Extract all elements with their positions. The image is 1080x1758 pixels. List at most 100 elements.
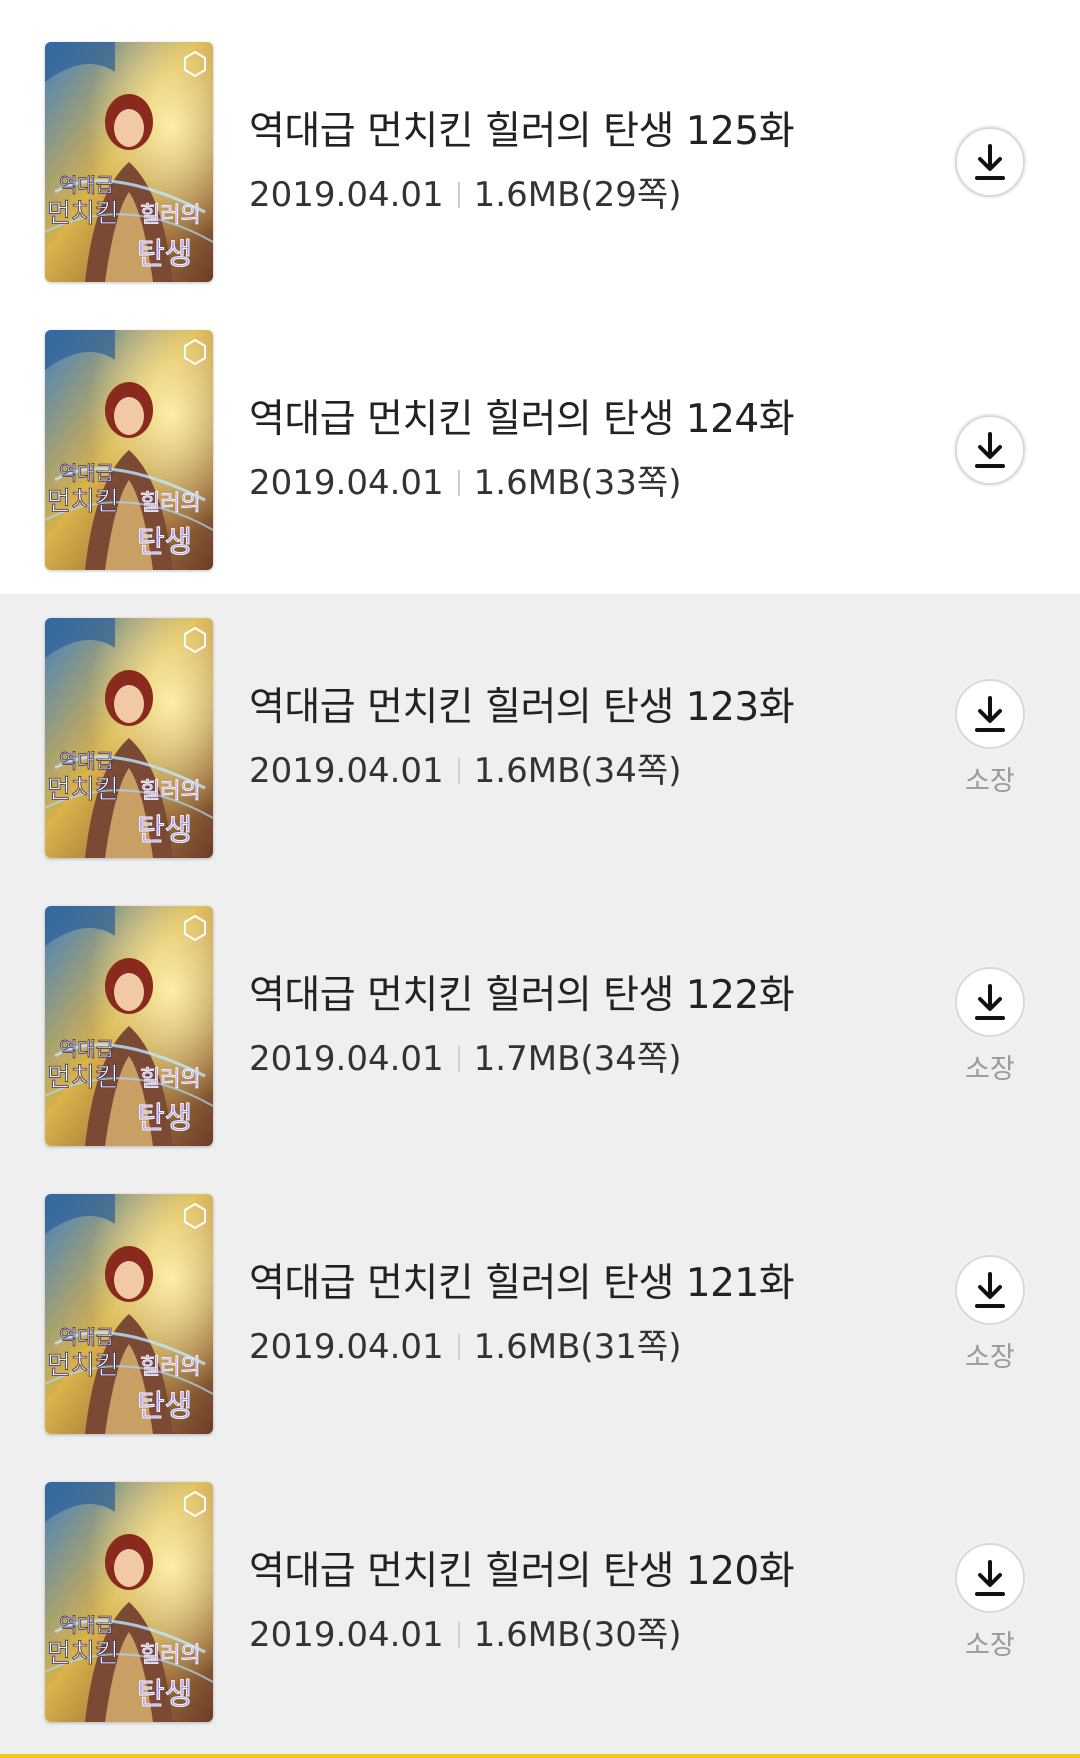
cover-art: 역대급먼치킨 힐러의탄생 bbox=[45, 1482, 213, 1722]
episode-meta: 2019.04.01 1.6MB(29쪽) bbox=[249, 175, 794, 215]
cover-art: 역대급먼치킨 힐러의탄생 bbox=[45, 42, 213, 282]
download-arrow-icon bbox=[975, 144, 1005, 180]
episode-size: 1.6MB(33쪽) bbox=[473, 463, 682, 503]
owned-label: 소장 bbox=[965, 765, 1015, 797]
svg-text:힐러의: 힐러의 bbox=[140, 779, 201, 804]
svg-text:힐러의: 힐러의 bbox=[140, 203, 201, 228]
download-arrow-icon bbox=[975, 1559, 1005, 1596]
owned-label: 소장 bbox=[965, 1053, 1015, 1085]
cover-art: 역대급먼치킨 힐러의탄생 bbox=[45, 330, 213, 570]
svg-text:탄생: 탄생 bbox=[137, 1677, 192, 1712]
divider bbox=[457, 758, 460, 784]
download-control: 소장 bbox=[954, 1254, 1026, 1374]
episode-title: 역대급 먼치킨 힐러의 탄생 121화 bbox=[249, 1261, 795, 1306]
download-arrow-icon bbox=[975, 1271, 1005, 1308]
episode-title: 역대급 먼치킨 힐러의 탄생 120화 bbox=[249, 1549, 795, 1594]
episode-size: 1.7MB(34쪽) bbox=[473, 1039, 682, 1079]
cover-art: 역대급먼치킨 힐러의탄생 bbox=[45, 1194, 213, 1434]
svg-text:탄생: 탄생 bbox=[137, 813, 192, 848]
episode-size: 1.6MB(29쪽) bbox=[473, 175, 682, 215]
svg-text:역대급: 역대급 bbox=[59, 461, 114, 485]
svg-text:힐러의: 힐러의 bbox=[140, 491, 201, 516]
episode-info: 역대급 먼치킨 힐러의 탄생 122화 2019.04.01 1.7MB(34쪽… bbox=[249, 973, 795, 1079]
download-arrow-icon bbox=[975, 432, 1005, 468]
download-control: 소장 bbox=[954, 678, 1026, 798]
episode-meta: 2019.04.01 1.7MB(34쪽) bbox=[249, 1039, 794, 1079]
divider bbox=[457, 1334, 460, 1360]
episode-title: 역대급 먼치킨 힐러의 탄생 122화 bbox=[249, 973, 795, 1018]
episode-size: 1.6MB(30쪽) bbox=[473, 1615, 682, 1655]
download-button[interactable] bbox=[955, 415, 1025, 485]
svg-text:먼치킨: 먼치킨 bbox=[47, 1063, 119, 1093]
cover-image[interactable]: 역대급 먼치킨 힐러의탄생 bbox=[45, 1194, 213, 1434]
divider bbox=[457, 1046, 460, 1072]
svg-text:역대급: 역대급 bbox=[59, 173, 114, 197]
cover-image[interactable]: 역대급 먼치킨 힐러의탄생 bbox=[45, 618, 213, 858]
cover-image[interactable]: 역대급 먼치킨 힐러의 탄생 bbox=[45, 42, 213, 282]
cover-art: 역대급먼치킨 힐러의탄생 bbox=[45, 618, 213, 858]
divider bbox=[457, 470, 460, 496]
svg-text:탄생: 탄생 bbox=[137, 1101, 192, 1136]
cover-image[interactable]: 역대급 먼치킨 힐러의탄생 bbox=[45, 330, 213, 570]
list-item[interactable]: 역대급 먼치킨 힐러의탄생 역대급 먼치킨 힐러의 탄생 122화 2019.04.… bbox=[0, 882, 1080, 1170]
download-button[interactable] bbox=[955, 966, 1025, 1037]
owned-label: 소장 bbox=[965, 1629, 1015, 1661]
episode-date: 2019.04.01 bbox=[249, 751, 444, 791]
episode-size: 1.6MB(31쪽) bbox=[473, 1327, 682, 1367]
episode-info: 역대급 먼치킨 힐러의 탄생 123화 2019.04.01 1.6MB(34쪽… bbox=[249, 685, 795, 791]
svg-text:탄생: 탄생 bbox=[137, 237, 192, 272]
episode-info: 역대급 먼치킨 힐러의 탄생 124화 2019.04.01 1.6MB(33쪽… bbox=[249, 397, 795, 503]
svg-text:먼치킨: 먼치킨 bbox=[47, 487, 119, 517]
svg-text:역대급: 역대급 bbox=[59, 1325, 114, 1349]
episode-date: 2019.04.01 bbox=[249, 463, 444, 503]
episode-meta: 2019.04.01 1.6MB(34쪽) bbox=[249, 751, 794, 791]
svg-text:먼치킨: 먼치킨 bbox=[47, 1351, 119, 1381]
svg-text:먼치킨: 먼치킨 bbox=[47, 775, 119, 805]
episode-meta: 2019.04.01 1.6MB(30쪽) bbox=[249, 1615, 794, 1655]
episode-title: 역대급 먼치킨 힐러의 탄생 124화 bbox=[249, 397, 795, 442]
download-control bbox=[954, 415, 1026, 485]
download-button[interactable] bbox=[955, 678, 1025, 749]
download-arrow-icon bbox=[975, 983, 1005, 1020]
list-item[interactable]: 역대급 먼치킨 힐러의탄생 역대급 먼치킨 힐러의 탄생 124화 2019.04.… bbox=[0, 306, 1080, 594]
episode-title: 역대급 먼치킨 힐러의 탄생 125화 bbox=[249, 109, 795, 154]
episode-info: 역대급 먼치킨 힐러의 탄생 121화 2019.04.01 1.6MB(31쪽… bbox=[249, 1261, 795, 1367]
episode-list: 역대급 먼치킨 힐러의 탄생 역대급 먼치킨 힐러의 탄생 125화 2019.04.… bbox=[0, 0, 1080, 1758]
episode-date: 2019.04.01 bbox=[249, 1327, 444, 1367]
bottom-accent-bar bbox=[0, 1754, 1080, 1758]
episode-date: 2019.04.01 bbox=[249, 175, 444, 215]
list-item[interactable]: 역대급 먼치킨 힐러의탄생 역대급 먼치킨 힐러의 탄생 123화 2019.04.… bbox=[0, 594, 1080, 882]
svg-text:역대급: 역대급 bbox=[59, 1037, 114, 1061]
download-control bbox=[954, 127, 1026, 197]
episode-title: 역대급 먼치킨 힐러의 탄생 123화 bbox=[249, 685, 795, 730]
download-control: 소장 bbox=[954, 966, 1026, 1086]
download-arrow-icon bbox=[975, 695, 1005, 732]
list-item[interactable]: 역대급 먼치킨 힐러의탄생 역대급 먼치킨 힐러의 탄생 120화 2019.04.… bbox=[0, 1458, 1080, 1746]
episode-size: 1.6MB(34쪽) bbox=[473, 751, 682, 791]
svg-text:힐러의: 힐러의 bbox=[140, 1643, 201, 1668]
divider bbox=[457, 182, 460, 208]
episode-info: 역대급 먼치킨 힐러의 탄생 125화 2019.04.01 1.6MB(29쪽… bbox=[249, 109, 795, 215]
svg-text:탄생: 탄생 bbox=[137, 525, 192, 560]
list-item[interactable]: 역대급 먼치킨 힐러의탄생 역대급 먼치킨 힐러의 탄생 121화 2019.04.… bbox=[0, 1170, 1080, 1458]
episode-meta: 2019.04.01 1.6MB(33쪽) bbox=[249, 463, 794, 503]
cover-image[interactable]: 역대급 먼치킨 힐러의탄생 bbox=[45, 906, 213, 1146]
svg-text:힐러의: 힐러의 bbox=[140, 1067, 201, 1092]
svg-text:힐러의: 힐러의 bbox=[140, 1355, 201, 1380]
owned-label: 소장 bbox=[965, 1341, 1015, 1373]
download-button[interactable] bbox=[955, 1542, 1025, 1613]
episode-meta: 2019.04.01 1.6MB(31쪽) bbox=[249, 1327, 794, 1367]
cover-art: 역대급먼치킨 힐러의탄생 bbox=[45, 906, 213, 1146]
svg-text:역대급: 역대급 bbox=[59, 749, 114, 773]
divider bbox=[457, 1622, 460, 1648]
download-control: 소장 bbox=[954, 1542, 1026, 1662]
svg-text:탄생: 탄생 bbox=[137, 1389, 192, 1424]
cover-image[interactable]: 역대급 먼치킨 힐러의탄생 bbox=[45, 1482, 213, 1722]
download-button[interactable] bbox=[955, 127, 1025, 197]
list-item[interactable]: 역대급 먼치킨 힐러의 탄생 역대급 먼치킨 힐러의 탄생 125화 2019.04.… bbox=[0, 0, 1080, 306]
episode-date: 2019.04.01 bbox=[249, 1615, 444, 1655]
episode-date: 2019.04.01 bbox=[249, 1039, 444, 1079]
svg-text:먼치킨: 먼치킨 bbox=[47, 1639, 119, 1669]
svg-text:역대급: 역대급 bbox=[59, 1613, 114, 1637]
download-button[interactable] bbox=[955, 1254, 1025, 1325]
